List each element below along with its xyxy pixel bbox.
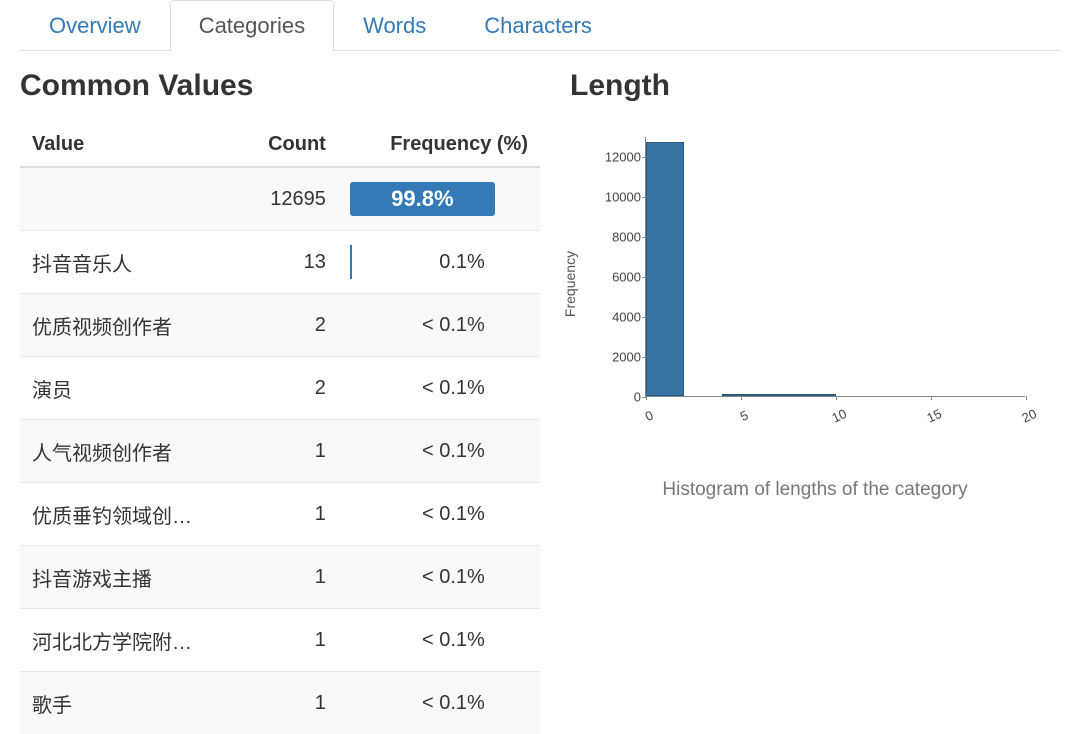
table-row: 优质视频创作者2< 0.1% xyxy=(20,294,540,357)
cell-value: 河北北方学院附… xyxy=(20,609,240,672)
cell-count: 2 xyxy=(240,294,338,357)
cell-value xyxy=(20,167,240,231)
length-histogram: Frequency 020004000600080001000012000051… xyxy=(580,129,1040,439)
ytick: 0 xyxy=(596,390,641,405)
histogram-bar xyxy=(646,142,684,396)
cell-frequency: < 0.1% xyxy=(338,609,540,672)
table-row: 人气视频创作者1< 0.1% xyxy=(20,420,540,483)
histogram-bar xyxy=(722,394,760,396)
chart-ylabel: Frequency xyxy=(562,251,578,317)
cell-value: 歌手 xyxy=(20,672,240,734)
col-count: Count xyxy=(240,123,338,167)
cell-value: 抖音音乐人 xyxy=(20,231,240,294)
xtick: 15 xyxy=(924,406,943,426)
table-row: 河北北方学院附…1< 0.1% xyxy=(20,609,540,672)
cell-frequency: < 0.1% xyxy=(338,546,540,609)
table-row: 1269599.8% xyxy=(20,167,540,231)
cell-frequency: 0.1% xyxy=(338,231,540,294)
cell-count: 12695 xyxy=(240,167,338,231)
cell-count: 1 xyxy=(240,609,338,672)
col-frequency: Frequency (%) xyxy=(338,123,540,167)
cell-value: 优质垂钓领域创… xyxy=(20,483,240,546)
tab-bar: Overview Categories Words Characters xyxy=(20,0,1060,51)
cell-count: 1 xyxy=(240,672,338,734)
cell-frequency: 99.8% xyxy=(338,167,540,231)
tab-categories[interactable]: Categories xyxy=(170,0,334,51)
tab-words[interactable]: Words xyxy=(334,0,455,51)
cell-value: 优质视频创作者 xyxy=(20,294,240,357)
xtick: 0 xyxy=(643,407,656,424)
ytick: 10000 xyxy=(596,190,641,205)
cell-frequency: < 0.1% xyxy=(338,420,540,483)
cell-frequency: < 0.1% xyxy=(338,294,540,357)
cell-value: 人气视频创作者 xyxy=(20,420,240,483)
ytick: 6000 xyxy=(596,270,641,285)
table-row: 演员2< 0.1% xyxy=(20,357,540,420)
ytick: 4000 xyxy=(596,310,641,325)
cell-value: 抖音游戏主播 xyxy=(20,546,240,609)
histogram-bar xyxy=(798,394,836,396)
cell-frequency: < 0.1% xyxy=(338,672,540,734)
cell-count: 1 xyxy=(240,546,338,609)
cell-value: 演员 xyxy=(20,357,240,420)
chart-caption: Histogram of lengths of the category xyxy=(570,479,1060,501)
cell-count: 2 xyxy=(240,357,338,420)
col-value: Value xyxy=(20,123,240,167)
ytick: 2000 xyxy=(596,350,641,365)
table-row: 抖音音乐人130.1% xyxy=(20,231,540,294)
tab-overview[interactable]: Overview xyxy=(20,0,170,51)
cell-count: 1 xyxy=(240,420,338,483)
table-row: 抖音游戏主播1< 0.1% xyxy=(20,546,540,609)
common-values-table: Value Count Frequency (%) 1269599.8%抖音音乐… xyxy=(20,123,540,734)
xtick: 5 xyxy=(738,407,751,424)
cell-frequency: < 0.1% xyxy=(338,483,540,546)
histogram-bar xyxy=(760,394,798,396)
xtick: 10 xyxy=(829,406,848,426)
common-values-heading: Common Values xyxy=(20,69,540,103)
xtick: 20 xyxy=(1019,406,1038,426)
table-row: 歌手1< 0.1% xyxy=(20,672,540,734)
ytick: 12000 xyxy=(596,150,641,165)
cell-count: 1 xyxy=(240,483,338,546)
table-row: 优质垂钓领域创…1< 0.1% xyxy=(20,483,540,546)
cell-frequency: < 0.1% xyxy=(338,357,540,420)
tab-characters[interactable]: Characters xyxy=(455,0,621,51)
cell-count: 13 xyxy=(240,231,338,294)
ytick: 8000 xyxy=(596,230,641,245)
length-heading: Length xyxy=(570,69,1060,103)
